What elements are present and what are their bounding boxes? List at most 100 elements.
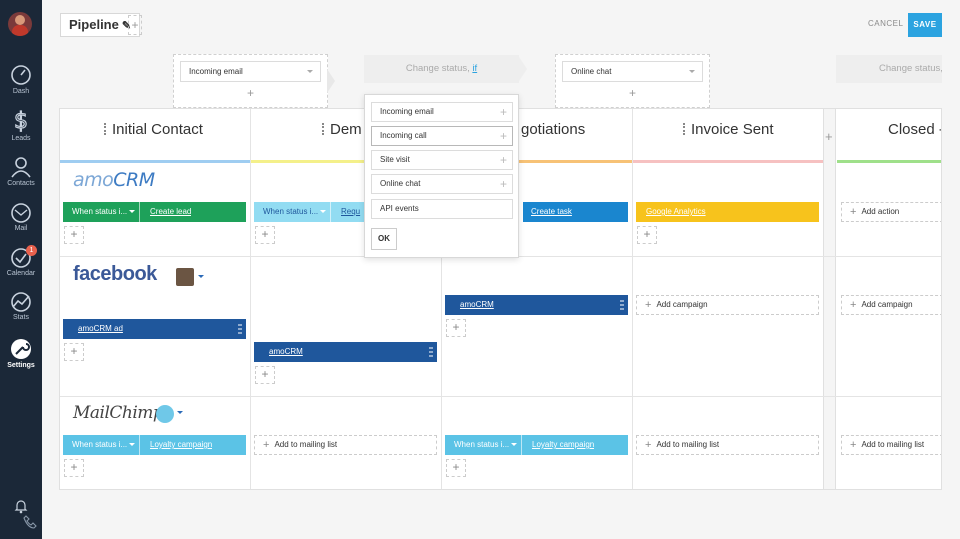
chevron-down-icon[interactable] <box>198 275 204 281</box>
column-header-demo[interactable]: Dem <box>322 121 362 161</box>
mailchimp-account-avatar[interactable] <box>156 405 174 423</box>
add-pipeline-button[interactable]: + <box>128 15 142 35</box>
trigger-arrow <box>519 57 527 81</box>
add-action-button[interactable]: + <box>255 366 275 384</box>
plus-icon[interactable]: + <box>500 151 507 169</box>
plus-icon[interactable]: + <box>500 175 507 193</box>
logo-part: CRM <box>113 169 155 191</box>
add-action-button[interactable]: + <box>64 226 84 244</box>
popup-option-api-events[interactable]: API events <box>371 199 513 219</box>
status-condition-dropdown[interactable]: When status i... <box>254 202 331 222</box>
plus-icon[interactable]: + <box>500 103 507 121</box>
action-widget[interactable]: When status i... Loyalty campaign <box>63 435 246 455</box>
add-mailing-list-field[interactable]: + Add to mailing list <box>636 435 819 455</box>
add-action-button[interactable]: + <box>64 343 84 361</box>
drag-handle-icon[interactable] <box>238 324 242 334</box>
add-trigger-button[interactable]: + <box>556 86 709 100</box>
action-widget[interactable]: When status i... Loyalty campaign <box>445 435 628 455</box>
column-title: Closed - <box>888 121 942 138</box>
svg-text:$: $ <box>14 109 28 133</box>
action-link[interactable]: amoCRM <box>269 342 303 362</box>
action-widget[interactable]: amoCRM ad <box>63 319 246 339</box>
sidebar-item-calendar[interactable]: 1 Calendar <box>0 245 42 277</box>
drag-handle-icon[interactable] <box>683 123 685 135</box>
sidebar-item-contacts[interactable]: Contacts <box>0 156 42 187</box>
column-color-bar <box>837 160 941 163</box>
popup-option-incoming-email[interactable]: Incoming email + <box>371 102 513 122</box>
sidebar-item-dash[interactable]: Dash <box>0 64 42 95</box>
column-header-negotiations[interactable]: gotiations <box>521 121 585 161</box>
pipeline-name: Pipeline <box>69 17 119 32</box>
save-button[interactable]: SAVE <box>908 13 942 37</box>
drag-handle-icon[interactable] <box>429 347 433 357</box>
column-header-initial-contact[interactable]: Initial Contact <box>104 121 203 161</box>
drag-handle-icon[interactable] <box>322 123 324 135</box>
action-widget[interactable]: Create task <box>523 202 628 222</box>
bell-icon <box>14 500 28 514</box>
change-status-trigger[interactable]: Change status, if <box>364 55 527 83</box>
facebook-account-avatar[interactable] <box>176 268 194 286</box>
action-link[interactable]: amoCRM ad <box>78 319 123 339</box>
add-label: Add campaign <box>656 300 708 309</box>
drag-handle-icon[interactable] <box>620 300 624 310</box>
column-header-closed[interactable]: Closed - <box>888 121 942 161</box>
drag-handle-icon[interactable] <box>104 123 106 135</box>
status-condition-dropdown[interactable]: When status i... <box>63 435 140 455</box>
action-link[interactable]: amoCRM <box>460 295 494 315</box>
column-title: Invoice Sent <box>691 121 774 138</box>
column-header-invoice-sent[interactable]: Invoice Sent <box>683 121 774 161</box>
action-widget[interactable]: When status i... Create lead <box>63 202 246 222</box>
sidebar-label: Mail <box>14 225 28 232</box>
sidebar-item-settings[interactable]: Settings <box>0 338 42 369</box>
user-avatar[interactable] <box>8 12 32 36</box>
top-bar: Pipeline ✎ + CANCEL SAVE <box>42 0 960 50</box>
ok-button[interactable]: OK <box>371 228 397 250</box>
trigger-select[interactable]: Online chat <box>562 61 703 82</box>
add-action-button[interactable]: + <box>637 226 657 244</box>
add-action-button[interactable]: + <box>255 226 275 244</box>
add-campaign-field[interactable]: + Add campaign <box>636 295 819 315</box>
action-link[interactable]: Create task <box>531 202 572 222</box>
action-link[interactable]: Google Analytics <box>646 202 706 222</box>
phone-button[interactable] <box>20 514 40 532</box>
trigger-select[interactable]: Incoming email <box>180 61 321 82</box>
add-action-button[interactable]: + <box>64 459 84 477</box>
action-link[interactable]: Loyalty campaign <box>532 435 594 455</box>
add-mailing-list-field[interactable]: + Add to mailing list <box>841 435 941 455</box>
add-column-button[interactable]: + <box>825 129 833 144</box>
action-link[interactable]: Loyalty campaign <box>150 435 212 455</box>
status-condition-dropdown[interactable]: When status i... <box>445 435 522 455</box>
action-link[interactable]: Requ <box>341 202 363 222</box>
chevron-down-icon[interactable] <box>177 411 183 417</box>
sidebar-item-stats[interactable]: Stats <box>0 292 42 321</box>
cancel-button[interactable]: CANCEL <box>868 19 903 28</box>
phone-icon <box>23 515 37 529</box>
action-widget[interactable]: amoCRM <box>445 295 628 315</box>
column-divider <box>250 109 251 489</box>
contacts-icon <box>11 157 31 178</box>
add-action-button[interactable]: + <box>446 459 466 477</box>
change-status-trigger[interactable]: Change status, <box>836 55 942 83</box>
add-action-field[interactable]: + Add action <box>841 202 941 222</box>
plus-icon[interactable]: + <box>500 127 507 145</box>
popup-option-incoming-call[interactable]: Incoming call + <box>371 126 513 146</box>
sidebar-item-mail[interactable]: Mail <box>0 203 42 232</box>
sidebar-item-leads[interactable]: $ Leads <box>0 109 42 142</box>
condition-link[interactable]: if <box>472 63 477 74</box>
option-label: Incoming call <box>380 131 427 140</box>
add-campaign-field[interactable]: + Add campaign <box>841 295 941 315</box>
change-status-text: Change status, <box>405 63 470 74</box>
action-widget[interactable]: Google Analytics <box>636 202 819 222</box>
action-widget[interactable]: amoCRM <box>254 342 437 362</box>
add-trigger-button[interactable]: + <box>174 86 327 100</box>
mailchimp-logo: MailChimp <box>73 403 164 423</box>
mail-icon <box>11 203 31 223</box>
popup-option-site-visit[interactable]: Site visit + <box>371 150 513 170</box>
action-link[interactable]: Create lead <box>150 202 191 222</box>
logo-part: amo <box>73 169 114 191</box>
add-mailing-list-field[interactable]: + Add to mailing list <box>254 435 437 455</box>
popup-option-online-chat[interactable]: Online chat + <box>371 174 513 194</box>
sidebar-label: Contacts <box>7 180 35 187</box>
status-condition-dropdown[interactable]: When status i... <box>63 202 140 222</box>
add-action-button[interactable]: + <box>446 319 466 337</box>
